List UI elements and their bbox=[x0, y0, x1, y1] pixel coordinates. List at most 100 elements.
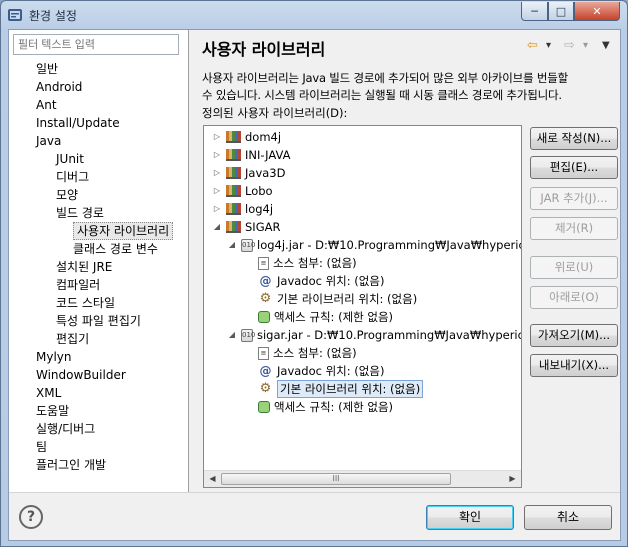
tree-item[interactable]: Android bbox=[36, 78, 82, 96]
tree-item[interactable]: 사용자 라이브러리 bbox=[73, 222, 174, 240]
page-description: 사용자 라이브러리는 Java 빌드 경로에 추가되어 많은 외부 아카이브를 … bbox=[202, 70, 618, 104]
library-tree-label: Lobo bbox=[245, 184, 273, 198]
tree-item[interactable]: XML bbox=[36, 384, 61, 402]
import-button[interactable]: 가져오기(M)... bbox=[530, 324, 618, 347]
tree-item[interactable]: JUnit bbox=[56, 150, 84, 168]
library-tree-label: sigar.jar - D:₩10.Programming₩Java₩hyper… bbox=[257, 328, 522, 342]
expand-arrow-icon[interactable]: ▷ bbox=[212, 146, 222, 164]
tree-item[interactable]: 코드 스타일 bbox=[56, 294, 115, 312]
close-button[interactable]: ✕ bbox=[574, 2, 620, 21]
edit-button[interactable]: 편집(E)... bbox=[530, 156, 618, 179]
title-bar[interactable]: 환경 설정 ─ □ ✕ bbox=[1, 1, 627, 29]
new-library-button[interactable]: 새로 작성(N)... bbox=[530, 127, 618, 150]
page-title: 사용자 라이브러리 bbox=[202, 40, 326, 59]
scroll-thumb[interactable]: III bbox=[221, 473, 451, 485]
ok-button[interactable]: 확인 bbox=[426, 505, 514, 530]
library-tree-row[interactable]: ▷ Java3D bbox=[212, 164, 286, 182]
maximize-button[interactable]: □ bbox=[548, 2, 574, 21]
tree-item[interactable]: 편집기 bbox=[56, 330, 89, 348]
tree-item[interactable]: WindowBuilder bbox=[36, 366, 126, 384]
preference-tree-panel: 일반AndroidAntInstall/UpdateJavaJUnit디버그모양… bbox=[9, 30, 189, 492]
tree-item[interactable]: 도움말 bbox=[36, 402, 69, 420]
tree-item[interactable]: 팀 bbox=[36, 438, 47, 456]
native-library-icon: ⚙ bbox=[259, 381, 272, 396]
collapse-arrow-icon[interactable]: ◢ bbox=[212, 218, 222, 236]
defined-libraries-label: 정의된 사용자 라이브러리(D): bbox=[202, 106, 348, 120]
library-tree-row[interactable]: ◢ SIGAR bbox=[212, 218, 281, 236]
jar-icon: 010 bbox=[241, 238, 255, 252]
filter-input[interactable] bbox=[13, 34, 179, 55]
library-tree-row[interactable]: ◢ 010 sigar.jar - D:₩10.Programming₩Java₩h… bbox=[227, 326, 522, 344]
add-jar-button[interactable]: JAR 추가(J)... bbox=[530, 187, 618, 210]
preferences-app-icon bbox=[8, 9, 22, 21]
library-tree-label: 소스 첨부: (없음) bbox=[273, 346, 357, 360]
library-tree-row[interactable]: ◢ 010 log4j.jar - D:₩10.Programming₩Java₩h… bbox=[227, 236, 522, 254]
library-icon bbox=[226, 203, 241, 215]
library-tree-row[interactable]: ▷ Lobo bbox=[212, 182, 273, 200]
jar-icon: 010 bbox=[241, 328, 255, 342]
library-tree-row[interactable]: ⚙ 기본 라이브러리 위치: (없음) bbox=[244, 380, 424, 398]
javadoc-icon: @ bbox=[259, 274, 272, 288]
library-tree-label: 기본 라이브러리 위치: (없음) bbox=[277, 380, 424, 398]
library-tree-row[interactable]: ≡ 소스 첨부: (없음) bbox=[244, 344, 357, 362]
tree-item[interactable]: Install/Update bbox=[36, 114, 120, 132]
library-tree-row[interactable]: ▷ INI-JAVA bbox=[212, 146, 291, 164]
library-tree-label: SIGAR bbox=[245, 220, 281, 234]
tree-item[interactable]: Java bbox=[36, 132, 61, 150]
library-tree-label: log4j.jar - D:₩10.Programming₩Java₩hyper… bbox=[257, 238, 522, 252]
library-tree-row[interactable]: ≡ 소스 첨부: (없음) bbox=[244, 254, 357, 272]
tree-item[interactable]: Ant bbox=[36, 96, 57, 114]
tree-item[interactable]: Mylyn bbox=[36, 348, 72, 366]
tree-item[interactable]: 빌드 경로 bbox=[56, 204, 104, 222]
collapse-arrow-icon[interactable]: ◢ bbox=[227, 326, 237, 344]
forward-dropdown-icon: ▾ bbox=[583, 40, 589, 51]
library-tree-row[interactable]: ⚙ 기본 라이브러리 위치: (없음) bbox=[244, 290, 418, 308]
preferences-window: 환경 설정 ─ □ ✕ 일반AndroidAntInstall/UpdateJa… bbox=[0, 0, 628, 547]
tree-item[interactable]: 컴파일러 bbox=[56, 276, 100, 294]
back-arrow-icon[interactable]: ⇦ bbox=[527, 38, 538, 54]
description-line: 수 있습니다. 시스템 라이브러리는 실행될 때 시동 클래스 경로에 추가됩니… bbox=[202, 88, 562, 102]
scroll-right-icon[interactable]: ▶ bbox=[504, 471, 521, 487]
library-tree-label: log4j bbox=[245, 202, 274, 216]
library-tree-row[interactable]: 액세스 규칙: (제한 없음) bbox=[244, 308, 393, 326]
cancel-button[interactable]: 취소 bbox=[524, 505, 612, 530]
tree-item[interactable]: 실행/디버그 bbox=[36, 420, 95, 438]
library-tree-label: Java3D bbox=[245, 166, 286, 180]
tree-item[interactable]: 설치된 JRE bbox=[56, 258, 112, 276]
library-tree-row[interactable]: @ Javadoc 위치: (없음) bbox=[244, 362, 385, 380]
minimize-button[interactable]: ─ bbox=[521, 2, 548, 21]
help-icon[interactable]: ? bbox=[19, 505, 43, 529]
tree-item[interactable]: 특성 파일 편집기 bbox=[56, 312, 141, 330]
expand-arrow-icon[interactable]: ▷ bbox=[212, 200, 222, 218]
back-dropdown-icon[interactable]: ▾ bbox=[546, 38, 551, 54]
tree-item[interactable]: 클래스 경로 변수 bbox=[73, 240, 158, 258]
expand-arrow-icon[interactable]: ▷ bbox=[212, 164, 222, 182]
library-icon bbox=[226, 131, 241, 143]
remove-button[interactable]: 제거(R) bbox=[530, 217, 618, 240]
tree-item[interactable]: 디버그 bbox=[56, 168, 89, 186]
library-tree-label: 액세스 규칙: (제한 없음) bbox=[274, 400, 394, 414]
access-rule-icon bbox=[258, 311, 270, 323]
user-library-tree[interactable]: ▷ dom4j ▷ INI-JAVA ▷ Java3D ▷ Lobo ▷ log4j ◢ SIGAR ◢… bbox=[203, 125, 522, 488]
collapse-arrow-icon[interactable]: ◢ bbox=[227, 236, 237, 254]
tree-item[interactable]: 일반 bbox=[36, 60, 58, 78]
close-icon: ✕ bbox=[592, 4, 602, 18]
library-icon bbox=[226, 167, 241, 179]
expand-arrow-icon[interactable]: ▷ bbox=[212, 128, 222, 146]
expand-arrow-icon[interactable]: ▷ bbox=[212, 182, 222, 200]
library-tree-row[interactable]: 액세스 규칙: (제한 없음) bbox=[244, 398, 393, 416]
move-down-button[interactable]: 아래로(O) bbox=[530, 286, 618, 309]
library-tree-label: Javadoc 위치: (없음) bbox=[277, 364, 385, 378]
library-tree-label: Javadoc 위치: (없음) bbox=[277, 274, 385, 288]
library-tree-row[interactable]: @ Javadoc 위치: (없음) bbox=[244, 272, 385, 290]
scroll-left-icon[interactable]: ◀ bbox=[204, 471, 221, 487]
minimize-icon: ─ bbox=[531, 4, 538, 18]
view-menu-icon[interactable]: ▼ bbox=[602, 38, 610, 54]
tree-item[interactable]: 모양 bbox=[56, 186, 78, 204]
library-tree-row[interactable]: ▷ log4j bbox=[212, 200, 273, 218]
export-button[interactable]: 내보내기(X)... bbox=[530, 354, 618, 377]
horizontal-scrollbar[interactable]: ◀ III ▶ bbox=[204, 470, 521, 487]
tree-item[interactable]: 플러그인 개발 bbox=[36, 456, 106, 474]
move-up-button[interactable]: 위로(U) bbox=[530, 256, 618, 279]
library-tree-row[interactable]: ▷ dom4j bbox=[212, 128, 281, 146]
